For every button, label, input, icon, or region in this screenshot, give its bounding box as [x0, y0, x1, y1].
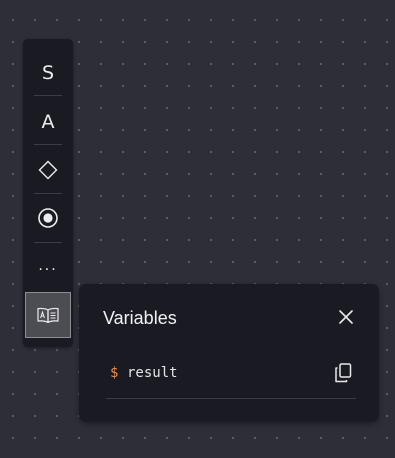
book-icon	[37, 307, 59, 323]
variable-prefix: $	[110, 365, 119, 381]
close-icon	[339, 310, 353, 324]
copy-icon	[335, 363, 352, 383]
row-divider	[106, 398, 356, 399]
array-tool-label: A	[41, 110, 55, 133]
close-panel-button[interactable]	[335, 306, 357, 328]
string-tool-label: S	[41, 61, 55, 84]
toolbar-divider	[34, 95, 62, 96]
toolbar-divider	[34, 144, 62, 145]
radio-target-icon	[38, 208, 58, 228]
variables-panel: Variables $ result	[79, 284, 379, 422]
shape-tool-button[interactable]	[23, 146, 73, 194]
variables-tool-button[interactable]	[25, 292, 71, 338]
diamond-icon	[38, 160, 58, 180]
radio-tool-button[interactable]	[23, 194, 73, 242]
variable-row: $ result	[106, 362, 356, 386]
more-tools-button[interactable]: ...	[23, 243, 73, 291]
more-tools-label: ...	[38, 258, 58, 274]
panel-title: Variables	[103, 308, 177, 328]
variable-name: result	[127, 365, 178, 381]
copy-variable-button[interactable]	[332, 362, 354, 384]
tool-palette: S A ...	[23, 39, 73, 347]
string-tool-button[interactable]: S	[23, 49, 73, 97]
array-tool-button[interactable]: A	[23, 98, 73, 146]
